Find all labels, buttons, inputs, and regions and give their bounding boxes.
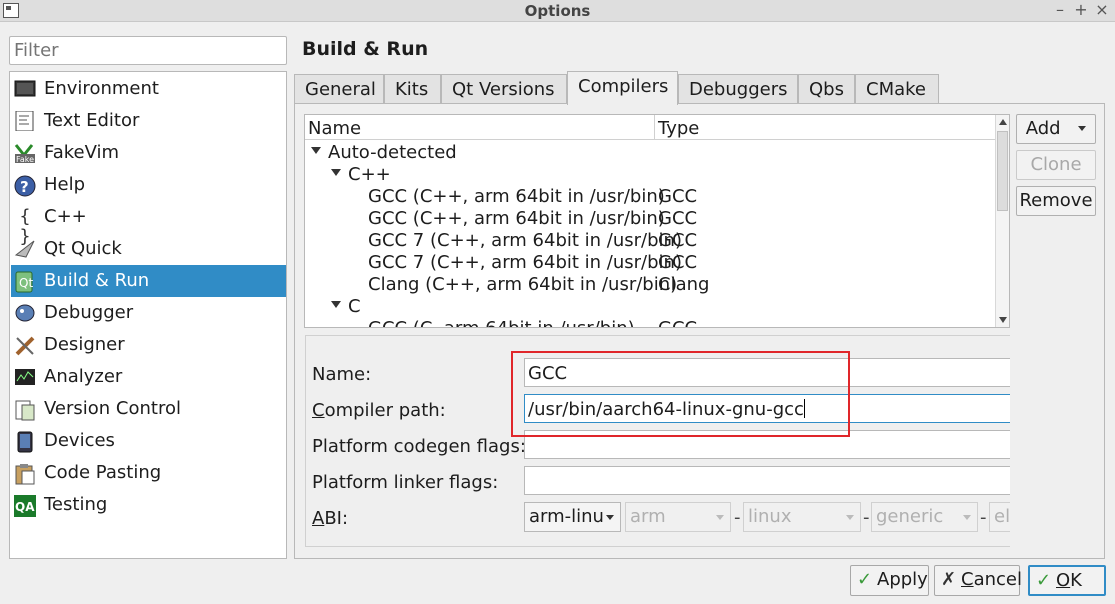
page-title: Build & Run bbox=[302, 38, 429, 60]
compiler-path-field[interactable]: /usr/bin/aarch64-linux-gnu-gcc bbox=[524, 394, 1010, 423]
chevron-down-icon bbox=[963, 515, 971, 520]
sidebar-item-version-control[interactable]: Version Control bbox=[11, 393, 286, 425]
name-field[interactable]: GCC bbox=[524, 358, 1010, 387]
sidebar-item-cpp[interactable]: { } C++ bbox=[11, 201, 286, 247]
add-button[interactable]: Add bbox=[1016, 114, 1096, 144]
check-icon: ✓ bbox=[857, 569, 873, 590]
monitor-icon bbox=[14, 79, 36, 99]
platform-linker-flags-field[interactable] bbox=[524, 466, 1010, 495]
options-category-list[interactable]: Environment Text Editor Fake FakeVim ? H… bbox=[9, 71, 287, 559]
close-icon[interactable]: × bbox=[1092, 0, 1112, 19]
build-run-icon: Qt bbox=[14, 271, 36, 293]
abi-preset-combo[interactable]: arm-linu bbox=[524, 502, 621, 532]
apply-button[interactable]: ✓ Apply bbox=[850, 565, 929, 596]
scrollbar-thumb[interactable] bbox=[997, 131, 1008, 211]
chevron-down-icon bbox=[606, 515, 614, 520]
platform-linker-flags-label: Platform linker flags: bbox=[312, 472, 499, 493]
compiler-path-label: Compiler path: bbox=[312, 400, 446, 421]
table-row[interactable]: GCC 7 (C++, arm 64bit in /usr/bin) GCC bbox=[368, 252, 998, 274]
sidebar-item-designer[interactable]: Designer bbox=[11, 329, 286, 361]
minimize-icon[interactable]: – bbox=[1050, 0, 1070, 19]
sidebar-item-code-pasting[interactable]: Code Pasting bbox=[11, 457, 286, 489]
svg-text:QA: QA bbox=[15, 500, 35, 514]
platform-codegen-flags-field[interactable] bbox=[524, 430, 1010, 459]
cancel-button[interactable]: ✗ Cancel bbox=[934, 565, 1022, 596]
fakevim-icon: Fake bbox=[14, 143, 36, 164]
testing-qa-icon: QA bbox=[14, 495, 36, 517]
sidebar-item-analyzer[interactable]: Analyzer bbox=[11, 361, 286, 393]
scroll-down-icon[interactable] bbox=[999, 317, 1007, 323]
sidebar-item-help[interactable]: ? Help bbox=[11, 169, 286, 201]
svg-text:Fake: Fake bbox=[16, 155, 34, 163]
window-title: Options bbox=[524, 2, 591, 20]
clone-button[interactable]: Clone bbox=[1016, 150, 1096, 180]
remove-button[interactable]: Remove bbox=[1016, 186, 1096, 216]
sidebar-item-devices[interactable]: Devices bbox=[11, 425, 286, 457]
tab-general[interactable]: General bbox=[294, 74, 384, 105]
name-label: Name: bbox=[312, 364, 372, 385]
sidebar-item-debugger[interactable]: Debugger bbox=[11, 297, 286, 329]
abi-format-combo[interactable]: el bbox=[989, 502, 1010, 532]
expand-arrow-icon[interactable] bbox=[311, 147, 321, 154]
debugger-icon bbox=[14, 303, 36, 323]
cpp-braces-icon: { } bbox=[19, 206, 31, 247]
sidebar-item-build-run[interactable]: Qt Build & Run bbox=[11, 265, 286, 297]
chevron-down-icon bbox=[716, 515, 724, 520]
code-pasting-icon bbox=[14, 463, 36, 485]
platform-codegen-flags-label: Platform codegen flags: bbox=[312, 436, 526, 457]
version-control-icon bbox=[14, 399, 36, 421]
column-header-type[interactable]: Type bbox=[658, 118, 699, 139]
abi-label: ABI: bbox=[312, 508, 349, 529]
table-row[interactable]: GCC (C, arm 64bit in /usr/bin) GCC bbox=[368, 318, 998, 327]
ok-button[interactable]: ✓ OK bbox=[1028, 565, 1106, 596]
maximize-icon[interactable]: + bbox=[1071, 0, 1091, 19]
table-row[interactable]: GCC (C++, arm 64bit in /usr/bin) GCC bbox=[368, 208, 998, 230]
sidebar-item-fakevim[interactable]: Fake FakeVim bbox=[11, 137, 286, 169]
help-icon: ? bbox=[14, 175, 36, 197]
sidebar-item-qt-quick[interactable]: Qt Quick bbox=[11, 233, 286, 265]
tab-debuggers[interactable]: Debuggers bbox=[678, 74, 798, 105]
svg-text:Qt: Qt bbox=[19, 276, 33, 290]
cancel-x-icon: ✗ bbox=[941, 569, 957, 590]
chevron-down-icon bbox=[846, 515, 854, 520]
tree-header: Name Type bbox=[305, 115, 995, 140]
abi-os-combo[interactable]: linux bbox=[743, 502, 861, 532]
sidebar-item-testing[interactable]: QA Testing bbox=[11, 489, 286, 521]
tab-qt-versions[interactable]: Qt Versions bbox=[441, 74, 567, 105]
expand-arrow-icon[interactable] bbox=[331, 301, 341, 308]
abi-flavor-combo[interactable]: generic bbox=[871, 502, 978, 532]
tab-cmake[interactable]: CMake bbox=[855, 74, 939, 105]
designer-icon bbox=[14, 335, 36, 356]
svg-text:?: ? bbox=[20, 178, 29, 196]
devices-icon bbox=[14, 431, 36, 453]
scroll-up-icon[interactable] bbox=[999, 119, 1007, 125]
abi-architecture-combo[interactable]: arm bbox=[625, 502, 731, 532]
qt-quick-icon bbox=[14, 239, 36, 259]
tab-kits[interactable]: Kits bbox=[384, 74, 441, 105]
sidebar-item-environment[interactable]: Environment bbox=[11, 73, 286, 105]
sidebar-item-text-editor[interactable]: Text Editor bbox=[11, 105, 286, 137]
check-icon: ✓ bbox=[1036, 570, 1052, 591]
compiler-tree[interactable]: Name Type Auto-detected C++ GCC (C++, ar… bbox=[304, 114, 1010, 328]
table-row[interactable]: GCC (C++, arm 64bit in /usr/bin) GCC bbox=[368, 186, 998, 208]
tree-scrollbar[interactable] bbox=[995, 115, 1009, 327]
window-titlebar: Options – + × bbox=[0, 0, 1115, 22]
table-row[interactable]: GCC 7 (C++, arm 64bit in /usr/bin) GCC bbox=[368, 230, 998, 252]
text-editor-icon bbox=[14, 110, 36, 132]
tab-compilers[interactable]: Compilers bbox=[567, 71, 678, 105]
table-row[interactable]: Clang (C++, arm 64bit in /usr/bin) Clang bbox=[368, 274, 998, 296]
filter-input[interactable] bbox=[9, 36, 287, 65]
dropdown-arrow-icon bbox=[1078, 126, 1087, 131]
column-header-name[interactable]: Name bbox=[308, 118, 361, 139]
analyzer-icon bbox=[14, 367, 36, 387]
tab-qbs[interactable]: Qbs bbox=[798, 74, 855, 105]
expand-arrow-icon[interactable] bbox=[331, 169, 341, 176]
